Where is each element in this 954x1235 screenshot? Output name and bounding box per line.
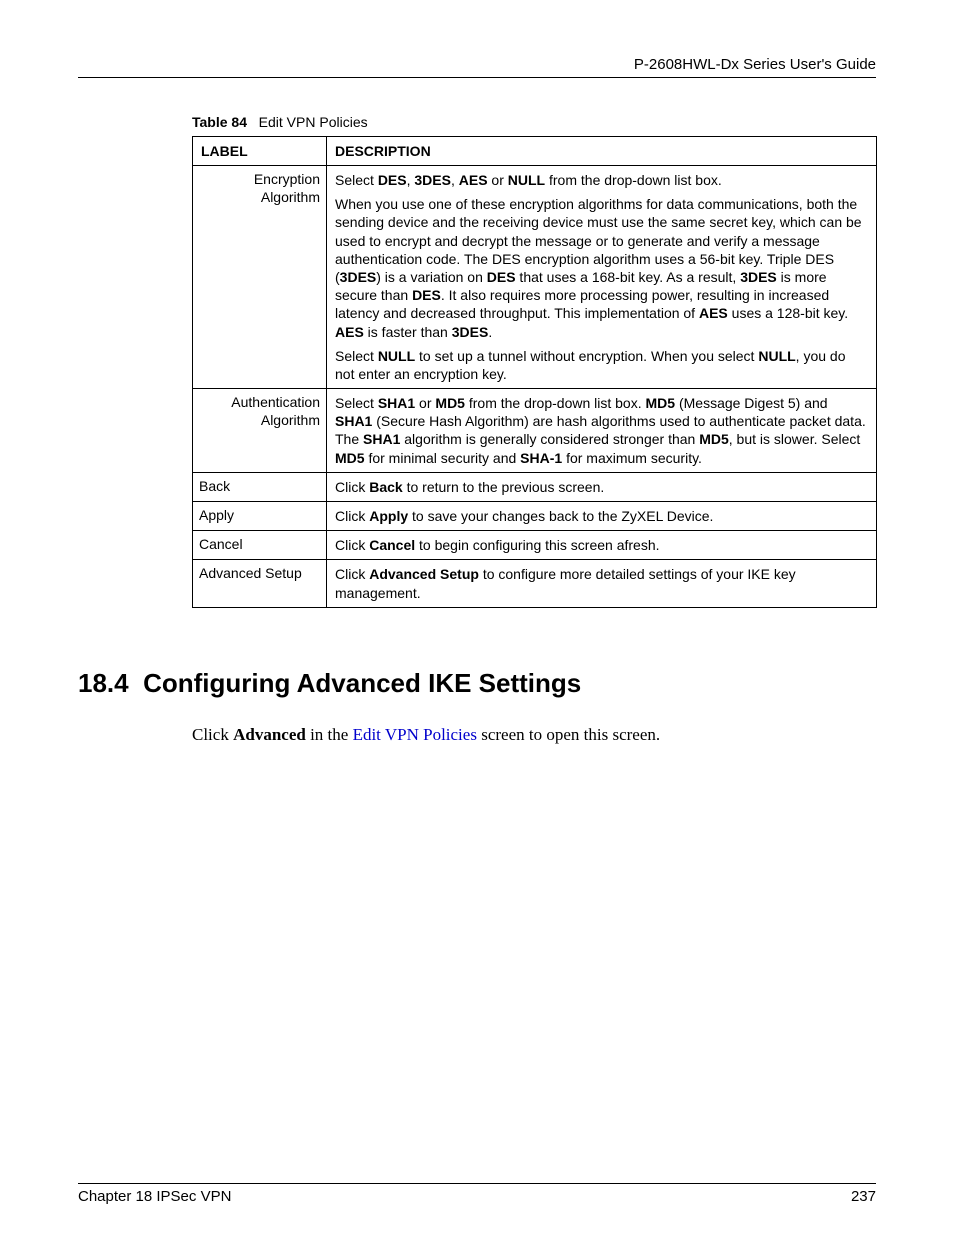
body-paragraph: Click Advanced in the Edit VPN Policies … bbox=[192, 725, 876, 745]
page-footer: Chapter 18 IPSec VPN 237 bbox=[78, 1183, 876, 1205]
desc-encryption-algorithm: Select DES, 3DES, AES or NULL from the d… bbox=[327, 166, 877, 389]
table-title: Edit VPN Policies bbox=[259, 114, 368, 130]
link-edit-vpn-policies[interactable]: Edit VPN Policies bbox=[353, 725, 477, 744]
row-back: Back Click Back to return to the previou… bbox=[193, 472, 877, 501]
row-apply: Apply Click Apply to save your changes b… bbox=[193, 502, 877, 531]
header-title: P-2608HWL-Dx Series User's Guide bbox=[634, 56, 876, 73]
label-cancel: Cancel bbox=[193, 531, 327, 560]
col-header-description: DESCRIPTION bbox=[327, 137, 877, 166]
row-encryption-algorithm: Encryption Algorithm Select DES, 3DES, A… bbox=[193, 166, 877, 389]
page-header: P-2608HWL-Dx Series User's Guide bbox=[78, 56, 876, 78]
section-heading: 18.4 Configuring Advanced IKE Settings bbox=[78, 668, 876, 699]
footer-page-number: 237 bbox=[851, 1188, 876, 1205]
row-cancel: Cancel Click Cancel to begin configuring… bbox=[193, 531, 877, 560]
desc-apply: Click Apply to save your changes back to… bbox=[327, 502, 877, 531]
desc-authentication-algorithm: Select SHA1 or MD5 from the drop-down li… bbox=[327, 389, 877, 473]
row-authentication-algorithm: Authentication Algorithm Select SHA1 or … bbox=[193, 389, 877, 473]
col-header-label: LABEL bbox=[193, 137, 327, 166]
desc-advanced-setup: Click Advanced Setup to configure more d… bbox=[327, 560, 877, 607]
row-advanced-setup: Advanced Setup Click Advanced Setup to c… bbox=[193, 560, 877, 607]
label-encryption-algorithm: Encryption Algorithm bbox=[193, 166, 327, 389]
footer-chapter: Chapter 18 IPSec VPN bbox=[78, 1188, 231, 1205]
table-number: Table 84 bbox=[192, 114, 247, 130]
table-caption: Table 84 Edit VPN Policies bbox=[192, 114, 876, 130]
label-back: Back bbox=[193, 472, 327, 501]
desc-back: Click Back to return to the previous scr… bbox=[327, 472, 877, 501]
label-authentication-algorithm: Authentication Algorithm bbox=[193, 389, 327, 473]
label-apply: Apply bbox=[193, 502, 327, 531]
desc-cancel: Click Cancel to begin configuring this s… bbox=[327, 531, 877, 560]
section-number: 18.4 bbox=[78, 668, 129, 698]
edit-vpn-policies-table: LABEL DESCRIPTION Encryption Algorithm S… bbox=[192, 136, 877, 608]
label-advanced-setup: Advanced Setup bbox=[193, 560, 327, 607]
section-title: Configuring Advanced IKE Settings bbox=[143, 668, 581, 698]
